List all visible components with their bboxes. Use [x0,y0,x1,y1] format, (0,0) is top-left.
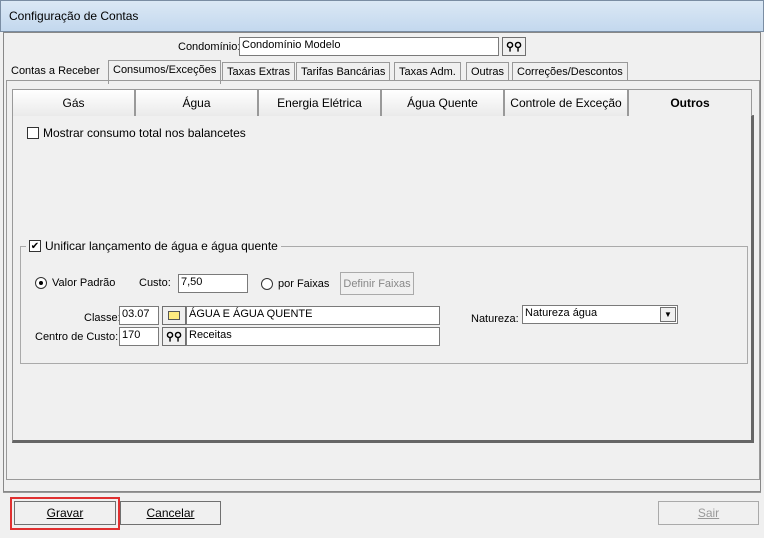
subtab-agua-quente[interactable]: Água Quente [381,89,504,116]
tab-tarifas-bancarias[interactable]: Tarifas Bancárias [296,62,391,80]
tab-outras[interactable]: Outras [466,62,510,80]
binoculars-icon: ⚲⚲ [165,331,183,343]
natureza-select[interactable]: Natureza água [522,305,678,324]
chevron-down-icon[interactable]: ▼ [660,307,676,322]
checkbox-unchecked[interactable] [27,127,39,139]
gravar-button[interactable]: Gravar [14,501,116,525]
centro-code-input[interactable]: 170 [119,327,159,346]
classe-browse-button[interactable] [162,306,186,325]
por-faixas-radio[interactable]: por Faixas [261,278,329,290]
radio-selected[interactable] [35,277,47,289]
subtab-outros[interactable]: Outros [628,89,752,116]
classe-desc-input[interactable]: ÁGUA E ÁGUA QUENTE [186,306,440,325]
tab-correcoes-descontos[interactable]: Correções/Descontos [512,62,628,80]
classe-code-input[interactable]: 03.07 [119,306,159,325]
unificar-label: Unificar lançamento de água e água quent… [45,239,278,253]
valor-padrao-label: Valor Padrão [52,277,116,289]
centro-custo-label: Centro de Custo: [35,331,119,343]
window-title: Configuração de Contas [9,9,139,23]
tab-contas-a-receber[interactable]: Contas a Receber [7,62,104,80]
condominio-label: Condomínio: [178,41,241,53]
mostrar-consumo-label: Mostrar consumo total nos balancetes [43,126,246,140]
binoculars-icon: ⚲⚲ [505,41,523,53]
cancelar-button[interactable]: Cancelar [120,501,221,525]
sair-button[interactable]: Sair [658,501,759,525]
tab-taxas-extras[interactable]: Taxas Extras [222,62,295,80]
classe-label: Classe: [84,312,121,324]
radio-unselected[interactable] [261,278,273,290]
checkmark-icon[interactable]: ✔ [29,240,41,252]
mostrar-consumo-checkbox[interactable]: Mostrar consumo total nos balancetes [27,126,246,140]
subtab-energia-eletrica[interactable]: Energia Elétrica [258,89,381,116]
subtab-agua[interactable]: Água [135,89,258,116]
subtab-gas[interactable]: Gás [12,89,135,116]
title-bar: Configuração de Contas [0,0,764,32]
por-faixas-label: por Faixas [278,278,330,290]
subtab-controle-excecao[interactable]: Controle de Exceção [504,89,628,116]
centro-desc-input[interactable]: Receitas [186,327,440,346]
natureza-label: Natureza: [471,313,519,325]
natureza-value: Natureza água [525,307,598,319]
search-condominio-button[interactable]: ⚲⚲ [502,37,526,56]
custo-input[interactable]: 7,50 [178,274,248,293]
custo-label: Custo: [139,277,171,289]
definir-faixas-button[interactable]: Definir Faixas [340,272,414,295]
valor-padrao-radio[interactable]: Valor Padrão [35,277,115,289]
unificar-checkbox[interactable]: ✔ Unificar lançamento de água e água quen… [26,239,281,253]
condominio-input[interactable]: Condomínio Modelo [239,37,499,56]
tab-taxas-adm[interactable]: Taxas Adm. [394,62,461,80]
centro-search-button[interactable]: ⚲⚲ [162,327,186,346]
folder-icon [168,311,180,320]
